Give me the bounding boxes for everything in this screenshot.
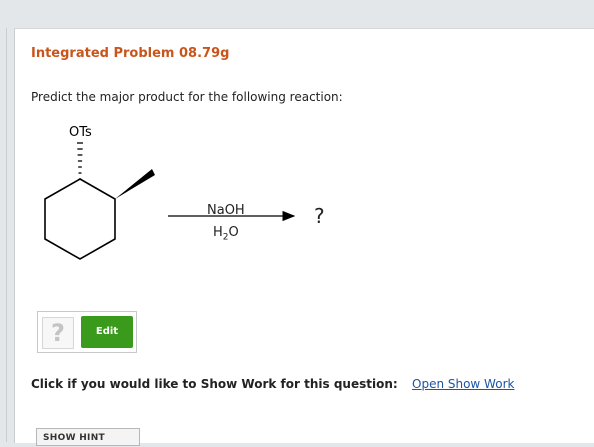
show-hint-button[interactable]: SHOW HINT xyxy=(36,428,140,446)
edit-button[interactable]: Edit xyxy=(81,316,133,348)
left-border-line xyxy=(6,28,7,442)
hashed-wedge-bond xyxy=(77,142,83,180)
show-work-prompt: Click if you would like to Show Work for… xyxy=(31,377,398,391)
cyclohexane-ring xyxy=(44,178,116,260)
product-unknown: ? xyxy=(314,204,325,228)
question-panel: Integrated Problem 08.79g Predict the ma… xyxy=(14,28,594,446)
reaction-scheme: OTs xyxy=(44,125,296,260)
wedge-bond-methyl xyxy=(115,169,155,199)
solvent-h: H xyxy=(213,225,223,240)
question-mark-icon[interactable]: ? xyxy=(42,317,74,349)
reagent-naoh: NaOH xyxy=(207,203,245,218)
solvent-water: H2O xyxy=(213,225,239,243)
ots-label: OTs xyxy=(69,125,92,140)
solvent-o: O xyxy=(228,225,239,240)
open-show-work-link[interactable]: Open Show Work xyxy=(412,377,514,391)
answer-box[interactable]: ? Edit xyxy=(37,311,137,353)
